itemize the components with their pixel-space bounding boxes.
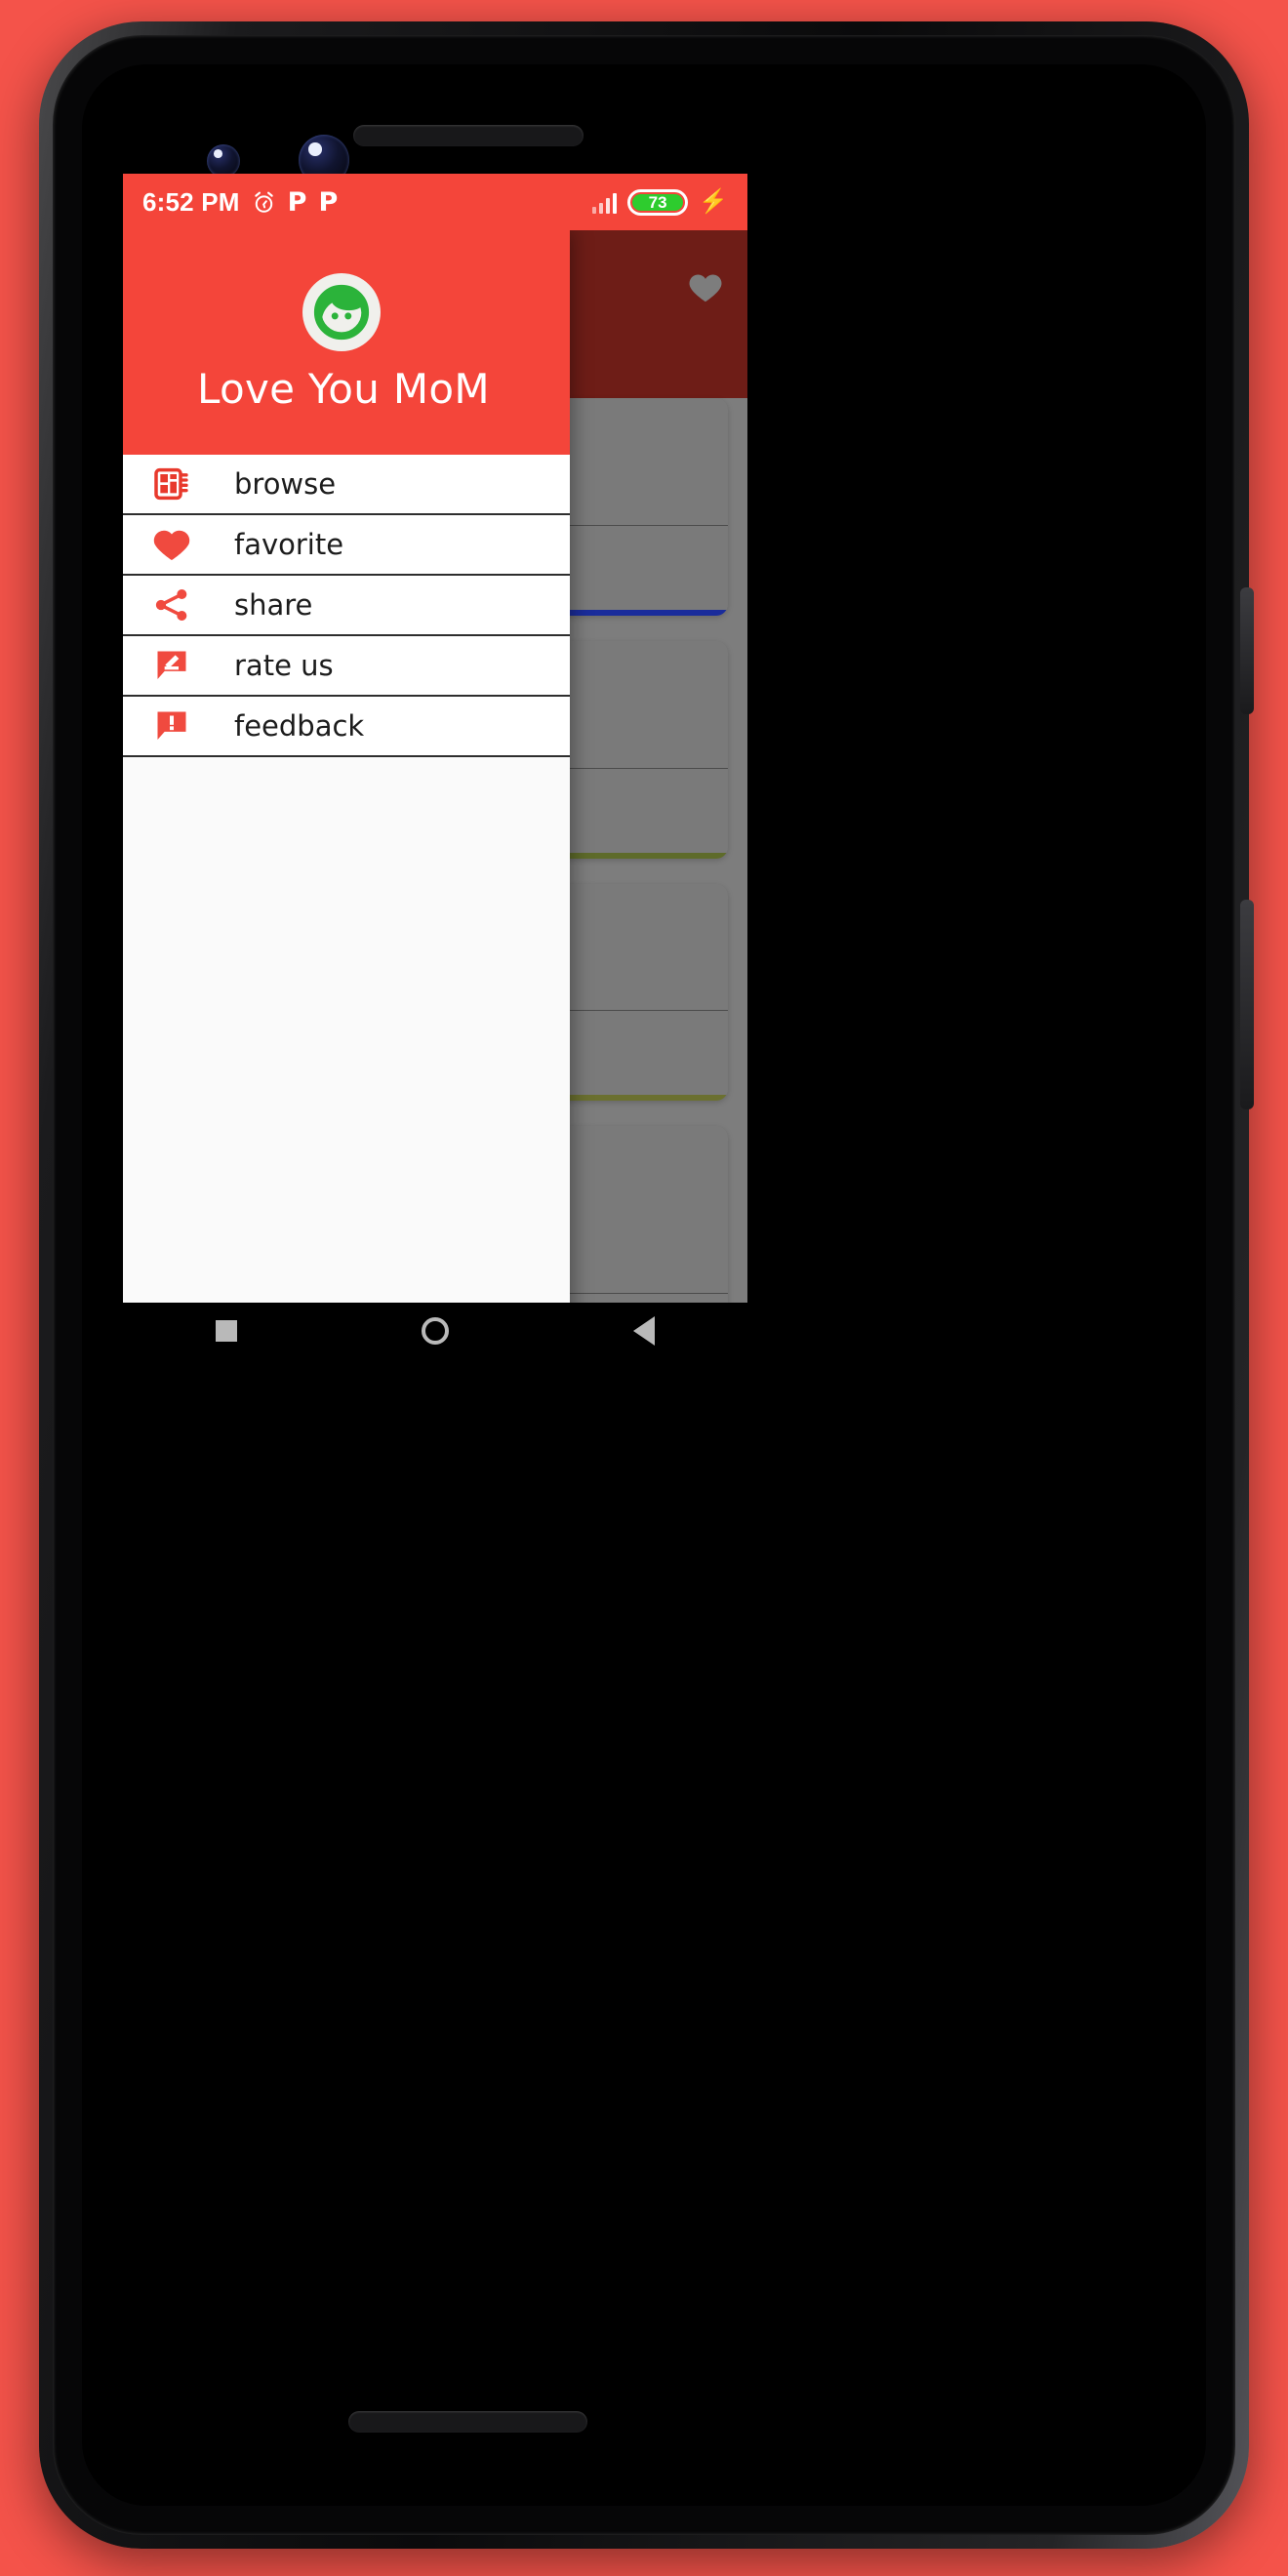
drawer-menu-list[interactable]: browse favorite share rate us feedback xyxy=(123,455,570,757)
drawer-item-feedback[interactable]: feedback xyxy=(123,697,570,757)
drawer-header: Love You MoM xyxy=(123,230,570,455)
square-recents-icon[interactable] xyxy=(215,1320,237,1342)
drawer-item-favorite[interactable]: favorite xyxy=(123,515,570,576)
cellular-signal-icon xyxy=(591,190,618,214)
phone-bezel: …ys stand by …ices. …a little girl …a. Y… xyxy=(82,64,1206,2506)
drawer-empty-space xyxy=(123,757,570,1359)
notification-icon-p-1: P xyxy=(287,186,307,218)
drawer-app-title: Love You MoM xyxy=(197,364,490,413)
drawer-item-label: browse xyxy=(234,467,337,501)
triangle-back-icon[interactable] xyxy=(633,1316,656,1346)
share-nodes-icon xyxy=(144,585,199,624)
charging-bolt-icon: ⚡ xyxy=(699,188,728,215)
earpiece-speaker xyxy=(353,125,584,146)
phone-inner-shell: …ys stand by …ices. …a little girl …a. Y… xyxy=(53,35,1235,2535)
toolbar-favorite-heart-icon[interactable] xyxy=(685,269,726,306)
volume-button[interactable] xyxy=(1240,900,1254,1109)
drawer-item-rate-us[interactable]: rate us xyxy=(123,636,570,697)
phone-screen: …ys stand by …ices. …a little girl …a. Y… xyxy=(123,174,747,1359)
bottom-speaker xyxy=(348,2411,587,2433)
mother-face-avatar-icon xyxy=(313,284,370,340)
drawer-item-label: feedback xyxy=(234,709,365,743)
phone-device-frame: …ys stand by …ices. …a little girl …a. Y… xyxy=(39,21,1254,2549)
drawer-item-label: rate us xyxy=(234,649,334,682)
status-bar: 6:52 PM P P 73 ⚡ xyxy=(123,174,747,230)
drawer-item-browse[interactable]: browse xyxy=(123,455,570,515)
android-navigation-bar[interactable] xyxy=(123,1303,747,1359)
app-logo xyxy=(302,272,381,351)
heart-filled-icon xyxy=(144,524,199,565)
drawer-item-label: share xyxy=(234,588,313,622)
battery-indicator: 73 xyxy=(627,188,689,216)
browse-book-icon xyxy=(144,464,199,503)
feedback-alert-bubble-icon xyxy=(144,706,199,745)
navigation-drawer[interactable]: Love You MoM browse favorite share rate … xyxy=(123,230,570,1359)
status-clock: 6:52 PM xyxy=(142,186,240,217)
rate-pencil-bubble-icon xyxy=(144,646,199,685)
battery-percent-label: 73 xyxy=(648,192,667,212)
status-bar-left: 6:52 PM P P xyxy=(142,187,338,218)
circle-home-icon[interactable] xyxy=(421,1317,449,1345)
front-camera-secondary-icon xyxy=(207,144,240,178)
drawer-item-share[interactable]: share xyxy=(123,576,570,636)
notification-icon-p-2: P xyxy=(318,186,339,218)
alarm-clock-icon xyxy=(254,191,273,213)
power-button[interactable] xyxy=(1240,587,1254,714)
status-bar-right: 73 ⚡ xyxy=(591,188,728,216)
drawer-item-label: favorite xyxy=(234,528,344,561)
